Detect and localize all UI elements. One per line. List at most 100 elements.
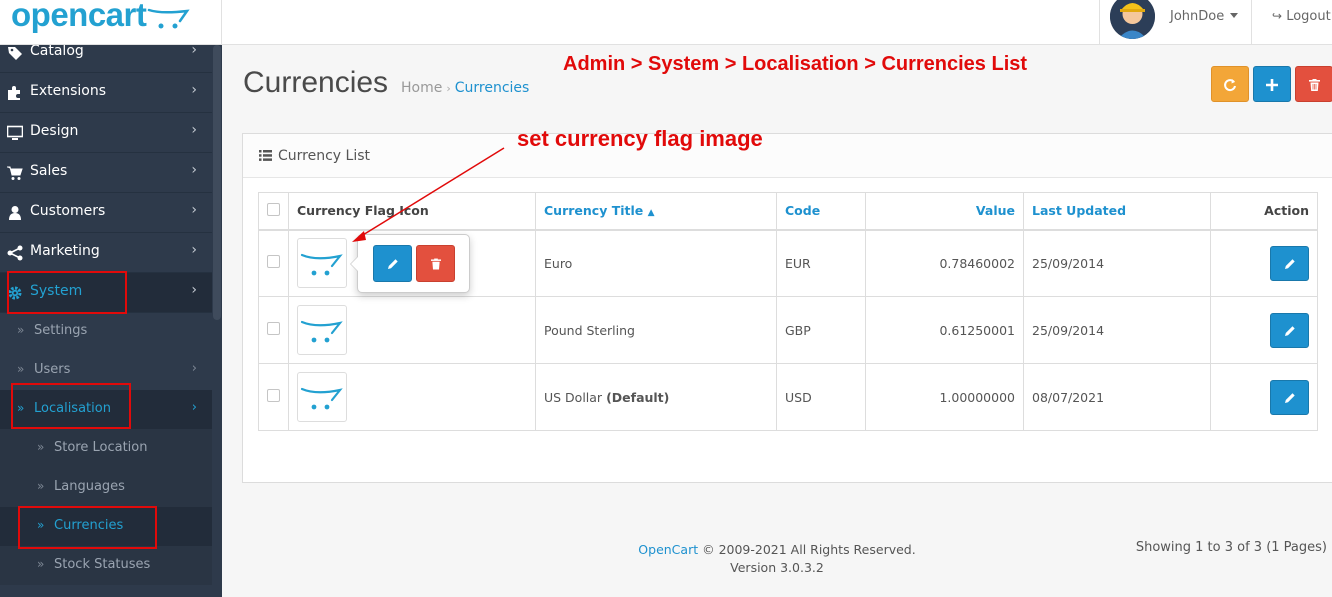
breadcrumb-currencies[interactable]: Currencies	[455, 80, 530, 96]
sidebar-item-extensions[interactable]: Extensions ›	[0, 73, 212, 113]
sidebar-item-customers[interactable]: Customers ›	[0, 193, 212, 233]
row-select-cell	[258, 363, 289, 431]
trash-icon	[431, 258, 441, 270]
footer-brand-link[interactable]: OpenCart	[638, 542, 698, 557]
currency-title: Pound Sterling	[544, 322, 635, 338]
row-checkbox[interactable]	[267, 255, 280, 269]
footer-copyright: © 2009-2021 All Rights Reserved.	[698, 542, 916, 557]
edit-button[interactable]	[1270, 245, 1309, 281]
footer-version: Version 3.0.3.2	[730, 560, 824, 575]
opencart-cart-icon	[300, 320, 343, 343]
footer: OpenCart © 2009-2021 All Rights Reserved…	[222, 541, 1332, 577]
monitor-icon	[7, 125, 23, 140]
row-checkbox[interactable]	[267, 322, 280, 335]
col-updated-header[interactable]: Last Updated	[1023, 192, 1211, 231]
value-cell: 1.00000000	[865, 363, 1024, 431]
code-cell: USD	[776, 363, 866, 431]
col-value-header[interactable]: Value	[865, 192, 1024, 231]
highlight-box-system	[7, 271, 127, 314]
sidebar-item-label: Extensions	[30, 83, 107, 99]
col-action-header: Action	[1210, 192, 1318, 231]
refresh-icon	[1224, 79, 1236, 92]
row-checkbox[interactable]	[267, 389, 280, 402]
double-chevron-icon: »	[17, 362, 25, 376]
opencart-logo[interactable]: opencart	[0, 0, 222, 45]
value-cell: 0.78460002	[865, 229, 1024, 297]
code-cell: EUR	[776, 229, 866, 297]
share-icon	[7, 245, 23, 261]
sidebar-subitem-label: Languages	[54, 479, 125, 494]
col-title-header[interactable]: Currency Title ▲	[535, 192, 777, 231]
list-icon	[259, 150, 272, 161]
updated-cell: 08/07/2021	[1023, 363, 1211, 431]
opencart-cart-icon	[300, 254, 343, 276]
flag-thumbnail[interactable]	[297, 238, 347, 289]
sidebar-subitem-label: Users	[34, 362, 71, 377]
double-chevron-icon: »	[37, 479, 45, 493]
logout-link[interactable]: ↪ Logout	[1272, 9, 1331, 24]
sidebar-item-label: Customers	[30, 203, 106, 219]
tag-icon	[8, 47, 22, 60]
edit-button[interactable]	[1270, 379, 1309, 415]
sidebar-subitem-store-location[interactable]: » Store Location	[0, 429, 212, 468]
page-title: Currencies	[243, 66, 389, 99]
sidebar-scrollbar[interactable]	[213, 45, 221, 320]
panel-heading: Currency List	[243, 134, 1332, 178]
breadcrumb: Home › Currencies	[401, 80, 529, 96]
pencil-icon	[1284, 325, 1295, 336]
delete-button[interactable]	[1295, 66, 1332, 102]
updated-cell: 25/09/2014	[1023, 296, 1211, 364]
sidebar-item-design[interactable]: Design ›	[0, 113, 212, 153]
sidebar-subitem-label: Store Location	[54, 440, 148, 455]
sidebar-item-label: Design	[30, 123, 79, 139]
sidebar-item-marketing[interactable]: Marketing ›	[0, 233, 212, 273]
edit-image-button[interactable]	[373, 245, 412, 282]
edit-button[interactable]	[1270, 312, 1309, 348]
updated-cell: 25/09/2014	[1023, 229, 1211, 297]
sidebar-item-label: Catalog	[30, 45, 84, 59]
sidebar-item-catalog[interactable]: Catalog ›	[0, 45, 212, 73]
value-cell: 0.61250001	[865, 296, 1024, 364]
logo-cart-icon	[147, 8, 190, 29]
plus-icon	[1266, 79, 1278, 91]
refresh-button[interactable]	[1211, 66, 1249, 102]
select-all-checkbox[interactable]	[267, 202, 280, 216]
logo-text: opencart	[11, 0, 147, 33]
double-chevron-icon: »	[37, 440, 45, 454]
caret-down-icon	[1230, 13, 1238, 18]
annotation-flag: set currency flag image	[517, 126, 763, 151]
chevron-right-icon: ›	[191, 202, 197, 218]
user-icon	[9, 206, 21, 220]
col-flag-header: Currency Flag Icon	[288, 192, 536, 231]
row-select-cell	[258, 296, 289, 364]
table-row: US Dollar (Default) USD 1.00000000 08/07…	[258, 363, 1318, 431]
add-button[interactable]	[1253, 66, 1291, 102]
breadcrumb-separator: ›	[446, 82, 451, 95]
currency-title: Euro	[544, 255, 573, 271]
col-code-header[interactable]: Code	[776, 192, 866, 231]
sidebar-item-sales[interactable]: Sales ›	[0, 153, 212, 193]
action-cell	[1210, 229, 1318, 297]
user-menu[interactable]: JohnDoe	[1099, 0, 1252, 45]
pencil-icon	[1284, 259, 1295, 269]
sidebar-subitem-settings[interactable]: » Settings	[0, 312, 212, 351]
sidebar-subitem-label: Settings	[34, 323, 88, 338]
trash-icon	[1308, 79, 1320, 91]
flag-thumbnail[interactable]	[297, 305, 347, 355]
sort-asc-icon: ▲	[647, 208, 655, 219]
col-code-label: Code	[785, 203, 821, 219]
clear-image-button[interactable]	[416, 245, 455, 282]
sidebar-item-label: Sales	[30, 163, 68, 179]
sidebar-subitem-languages[interactable]: » Languages	[0, 468, 212, 507]
sidebar-subitem-stock-statuses[interactable]: » Stock Statuses	[0, 546, 212, 585]
breadcrumb-home[interactable]: Home	[401, 80, 442, 96]
flag-cell	[288, 363, 536, 431]
chevron-right-icon: ›	[191, 242, 197, 258]
currency-title-suffix: (Default)	[606, 389, 670, 405]
row-select-cell	[258, 229, 289, 297]
action-cell	[1210, 296, 1318, 364]
puzzle-icon	[8, 86, 20, 100]
code-cell: GBP	[776, 296, 866, 364]
flag-thumbnail[interactable]	[297, 372, 347, 422]
flag-image-popover	[350, 234, 470, 293]
